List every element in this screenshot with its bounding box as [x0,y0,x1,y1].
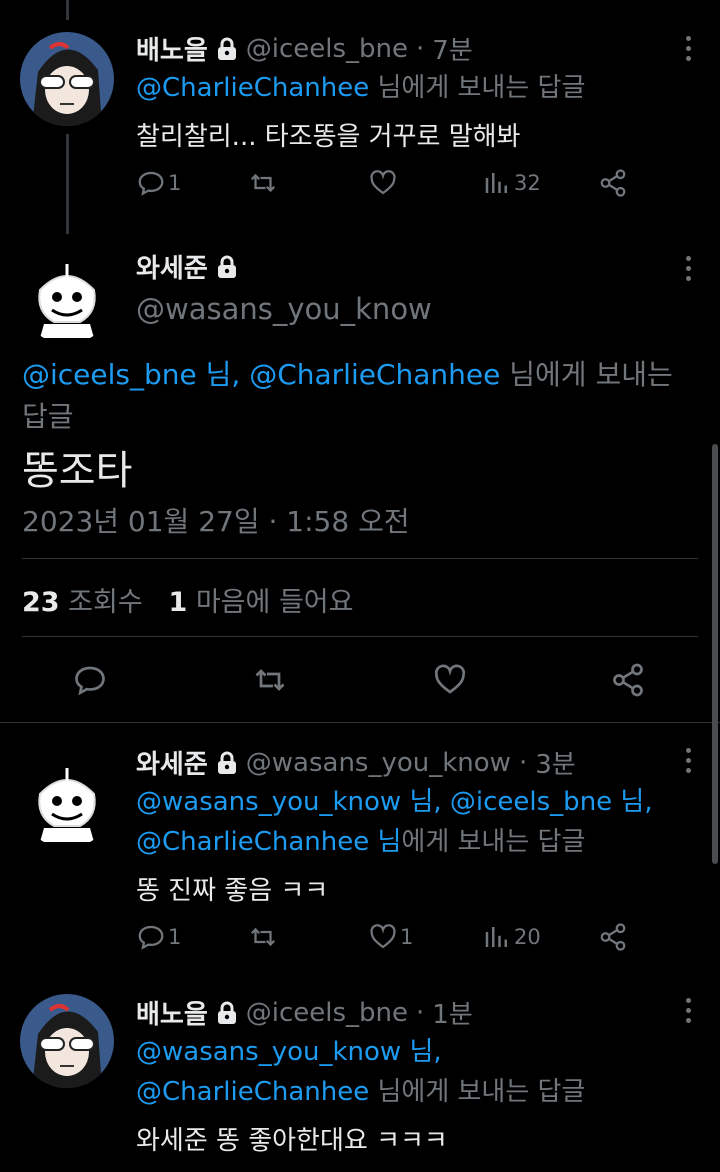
reply-context-text: 에게 보내는 답글 [401,827,586,857]
timestamp[interactable]: 1분 [432,994,472,1031]
avatar[interactable] [20,994,114,1088]
reply-icon [75,666,105,696]
share-icon [600,923,626,951]
share-icon [613,663,643,697]
handle[interactable]: @iceels_bne [246,998,408,1028]
views-icon [485,927,507,947]
likes-label[interactable]: 마음에 들어요 [196,587,354,618]
focused-tweet: 와세준 @wasans_you_know @iceels_bne 님, @Cha… [0,0,720,723]
more-icon[interactable] [684,256,692,284]
retweet-icon [250,927,276,947]
reply-count: 1 [168,925,182,949]
avatar[interactable] [20,754,114,848]
mention-link[interactable]: @iceels_bne 님, [22,358,249,391]
views-count: 20 [514,925,541,949]
lock-icon [216,751,238,775]
display-name[interactable]: 와세준 [136,744,208,781]
tweet-3[interactable]: 배노을 @iceels_bne · 1분 @wasans_you_know 님,… [0,980,720,1172]
like-count: 1 [400,925,414,949]
tweet-actions [0,662,720,702]
lock-icon [216,255,238,279]
retweet-icon [255,669,285,691]
retweet-button[interactable] [248,922,278,952]
like-button[interactable]: 1 [368,922,413,952]
mention-link[interactable]: @CharlieChanhee 님 [136,827,401,857]
timestamp[interactable]: 3분 [535,744,575,781]
handle[interactable]: @wasans_you_know [246,748,511,778]
mention-link[interactable]: @wasans_you_know 님, [136,1037,442,1067]
tweet-stats: 23 조회수 1 마음에 들어요 [22,580,353,619]
views-label[interactable]: 조회수 [68,587,143,618]
like-button[interactable] [432,662,468,698]
mention-link[interactable]: @iceels_bne 님, [450,787,653,817]
display-name[interactable]: 배노을 [136,994,208,1031]
more-icon[interactable] [684,748,692,776]
mention-link[interactable]: @wasans_you_know 님, [136,787,450,817]
share-button[interactable] [598,922,628,952]
tweet-date[interactable]: 2023년 01월 27일 · 1:58 오전 [22,500,410,540]
tweet-text: 똥조타 [22,448,133,494]
lock-icon [216,1001,238,1025]
display-name[interactable]: 와세준 [136,248,208,285]
reply-context: @wasans_you_know 님, @CharlieChanhee 님에게 … [136,1032,585,1112]
mention-link[interactable]: @CharlieChanhee [249,358,500,391]
more-icon[interactable] [684,998,692,1026]
views-button[interactable]: 20 [482,922,541,952]
tweet-2[interactable]: 와세준 @wasans_you_know · 3분 @wasans_you_kn… [0,724,720,972]
divider [22,558,698,559]
reply-button[interactable] [72,662,108,698]
handle[interactable]: @wasans_you_know [136,292,432,326]
views-count: 23 [22,587,60,618]
scrollbar[interactable] [712,444,718,864]
tweet-text: 와세준 똥 좋아한대요 ㅋㅋㅋ [136,1126,448,1156]
tweet-text: 똥 진짜 좋음 ㅋㅋ [136,876,329,906]
reply-button[interactable]: 1 [136,922,181,952]
separator-dot: · [416,997,425,1028]
divider [22,636,698,637]
like-icon [434,664,466,694]
likes-count: 1 [168,587,188,618]
separator-dot: · [518,747,528,778]
reply-context: @wasans_you_know 님, @iceels_bne 님, @Char… [136,782,653,862]
avatar[interactable] [20,250,114,344]
mention-link[interactable]: @CharlieChanhee [136,1077,369,1107]
retweet-button[interactable] [252,662,288,698]
share-button[interactable] [610,662,646,698]
like-icon [370,924,396,949]
reply-context-text: 님에게 보내는 답글 [369,1077,586,1107]
reply-context: @iceels_bne 님, @CharlieChanhee 님에게 보내는 답… [22,354,702,438]
divider [0,722,720,723]
reply-icon [138,925,164,950]
tweet-actions: 1 1 20 [136,922,636,962]
